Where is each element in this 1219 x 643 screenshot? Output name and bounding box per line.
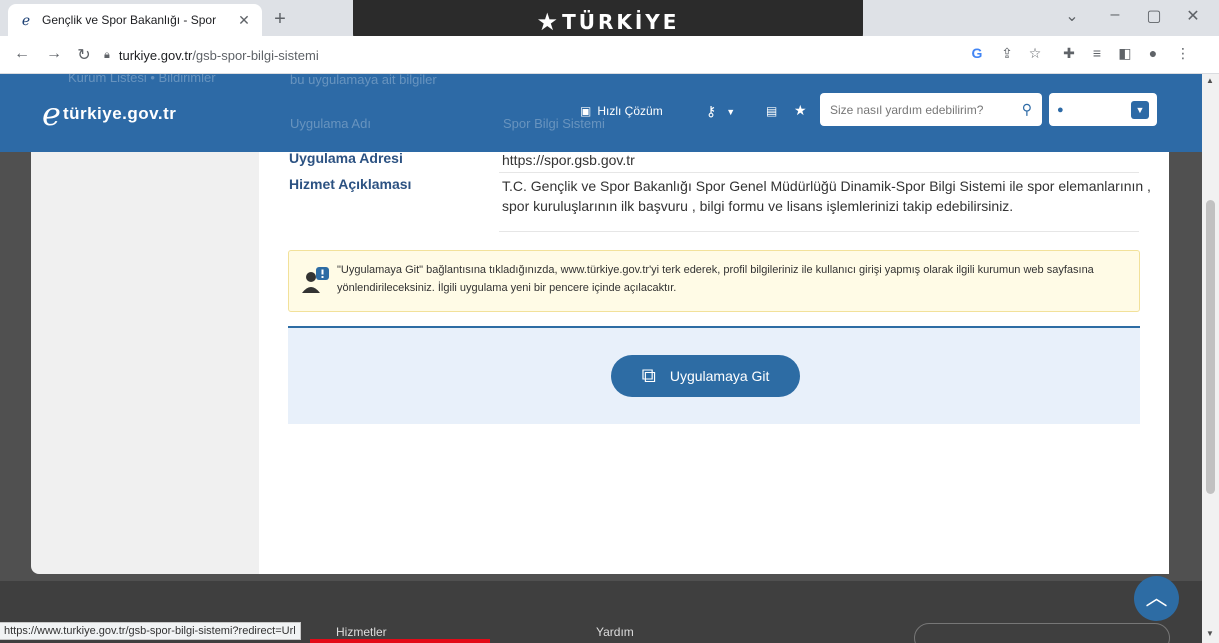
ghost-text-row: bu uygulamaya ait bilgiler — [290, 74, 437, 87]
search-icon[interactable]: ⚲ — [1022, 101, 1032, 118]
footer-pill-control[interactable] — [914, 623, 1170, 643]
footer-services-link[interactable]: Hizmetler — [336, 625, 387, 639]
back-icon[interactable]: ← — [12, 45, 32, 63]
tab-title: Gençlik ve Spor Bakanlığı - Spor — [42, 13, 217, 27]
new-tab-button[interactable]: + — [266, 6, 294, 34]
user-icon: ● — [1057, 103, 1064, 116]
restore-button[interactable]: ▢ — [1134, 6, 1174, 26]
user-info-icon — [302, 267, 329, 293]
id-card-button[interactable]: ▤ — [766, 104, 777, 118]
detail-label: Uygulama Adresi — [289, 150, 403, 166]
banner-text: TÜRKİYE — [562, 10, 680, 34]
tab-search-icon[interactable]: ⌄ — [1052, 6, 1092, 26]
scrollbar-thumb[interactable] — [1206, 200, 1215, 494]
detail-value: T.C. Gençlik ve Spor Bakanlığı Spor Gene… — [502, 178, 1151, 214]
turkiye-gov-logo[interactable]: ℯ türkiye.gov.tr — [42, 94, 176, 134]
logo-swoosh-icon: ℯ — [42, 96, 61, 132]
address-toolbar: ← → ↻ 🔒︎ turkiye.gov.tr/gsb-spor-bilgi-s… — [0, 36, 1219, 74]
star-icon: ★ — [794, 102, 807, 118]
browser-tab-bar: ℯ Gençlik ve Spor Bakanlığı - Spor ✕ + ★… — [0, 0, 1219, 44]
tab-close-icon[interactable]: ✕ — [236, 12, 252, 29]
ghost-text-left: Kurum Listesi • Bildirimler — [68, 74, 216, 85]
profile-icon[interactable]: ● — [1142, 45, 1164, 61]
menu-icon[interactable]: ⋮ — [1172, 45, 1194, 62]
star-icon: ★ — [536, 8, 561, 36]
turkiye-favicon-icon: ℯ — [21, 12, 31, 28]
key-menu-button[interactable]: ⚷ ▼ — [706, 103, 735, 120]
quick-solution-label: Hızlı Çözüm — [597, 104, 663, 118]
caret-down-icon: ▼ — [726, 106, 736, 117]
minimize-button[interactable]: – — [1095, 6, 1135, 24]
side-panel-icon[interactable]: ◧ — [1114, 45, 1136, 62]
close-window-button[interactable]: ✕ — [1173, 6, 1213, 26]
application-window-icon: ⧉ — [641, 364, 656, 387]
site-search-input[interactable]: Size nasıl yardım edebilirim? ⚲ — [820, 93, 1042, 126]
favorites-button[interactable]: ★ — [794, 102, 807, 119]
reload-icon[interactable]: ↻ — [74, 45, 94, 65]
scroll-up-icon[interactable]: ▲ — [1206, 76, 1214, 85]
scroll-down-icon[interactable]: ▼ — [1206, 629, 1214, 638]
url-field[interactable]: 🔒︎ turkiye.gov.tr/gsb-spor-bilgi-sistemi — [104, 41, 954, 69]
chat-icon: ▣ — [580, 104, 592, 118]
footer-accent-line — [310, 639, 490, 643]
url-host: turkiye.gov.tr — [118, 47, 193, 63]
divider — [499, 231, 1139, 232]
detail-label: Hizmet Açıklaması — [289, 176, 412, 192]
chevron-down-icon[interactable]: ▼ — [1131, 100, 1149, 119]
status-bar-url: https://www.turkiye.gov.tr/gsb-spor-bilg… — [0, 622, 301, 640]
go-button-label: Uygulamaya Git — [669, 368, 770, 384]
divider — [499, 172, 1139, 173]
detail-value: https://spor.gsb.gov.tr — [502, 152, 635, 168]
forward-icon[interactable]: → — [44, 45, 64, 63]
logo-text: türkiye.gov.tr — [62, 104, 177, 123]
site-header: Kurum Listesi • Bildirimler bu uygulamay… — [0, 74, 1202, 152]
go-to-application-button[interactable]: ⧉ Uygulamaya Git — [611, 355, 800, 397]
ghost-label: Uygulama Adı — [290, 116, 371, 131]
url-path: /gsb-spor-bilgi-sistemi — [192, 47, 319, 63]
lock-icon: 🔒︎ — [104, 48, 110, 61]
page-viewport: Uygulama Adresi https://spor.gsb.gov.tr … — [0, 74, 1202, 643]
key-icon: ⚷ — [706, 103, 717, 119]
search-placeholder: Size nasıl yardım edebilirim? — [830, 102, 984, 117]
alert-text: "Uygulamaya Git" bağlantısına tıkladığın… — [337, 264, 1094, 294]
footer-help-link[interactable]: Yardım — [596, 625, 634, 639]
google-icon[interactable]: G — [966, 45, 988, 61]
reading-list-icon[interactable]: ≡ — [1086, 45, 1108, 61]
user-menu[interactable]: ● ▼ — [1049, 93, 1157, 126]
ghost-value: Spor Bilgi Sistemi — [503, 116, 605, 131]
id-card-icon: ▤ — [766, 104, 778, 118]
browser-tab[interactable]: ℯ Gençlik ve Spor Bakanlığı - Spor ✕ — [8, 4, 262, 36]
quick-solution-button[interactable]: ▣ Hızlı Çözüm — [580, 104, 663, 118]
share-icon[interactable]: ⇪ — [996, 45, 1018, 62]
bookmark-star-icon[interactable]: ☆ — [1024, 45, 1046, 62]
action-box: ⧉ Uygulamaya Git — [288, 326, 1140, 424]
scroll-to-top-button[interactable]: ︿ — [1134, 576, 1179, 621]
info-alert: "Uygulamaya Git" bağlantısına tıkladığın… — [288, 250, 1140, 312]
page-scrollbar[interactable]: ▲ ▼ — [1202, 74, 1219, 643]
extensions-icon[interactable]: ✚ — [1058, 45, 1080, 62]
